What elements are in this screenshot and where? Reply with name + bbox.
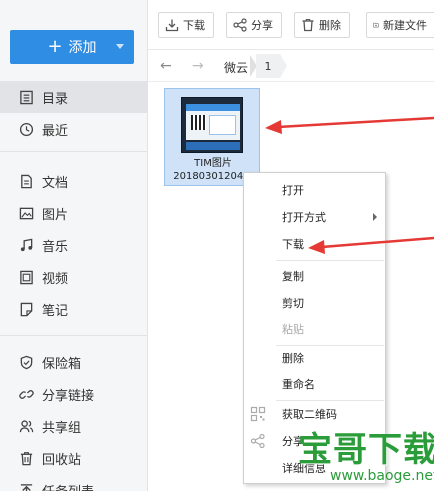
link-icon: [18, 386, 34, 402]
download-icon: [165, 19, 179, 32]
add-button[interactable]: + 添加: [10, 30, 134, 64]
menu-download[interactable]: 下载: [244, 230, 385, 258]
menu-delete[interactable]: 删除: [244, 344, 385, 372]
menu-open-with-label: 打开方式: [282, 211, 326, 224]
menu-share[interactable]: 分享: [244, 427, 385, 455]
sidebar-item-videos[interactable]: 视频: [0, 261, 148, 293]
menu-download-label: 下载: [282, 238, 304, 251]
sidebar-item-label: 回收站: [42, 452, 82, 468]
menu-cut[interactable]: 剪切: [244, 289, 385, 317]
image-icon: [18, 205, 34, 221]
menu-copy[interactable]: 复制: [244, 262, 385, 290]
video-icon: [18, 269, 34, 285]
note-icon: [18, 301, 34, 317]
share-icon: [233, 18, 247, 32]
task-icon: [18, 482, 34, 491]
sidebar-divider: [0, 335, 148, 336]
menu-delete-label: 删除: [282, 352, 304, 365]
delete-button[interactable]: 删除: [294, 12, 350, 38]
new-folder-icon: [373, 22, 379, 28]
share-icon: [250, 433, 265, 449]
download-button[interactable]: 下载: [158, 12, 214, 38]
trash-icon: [302, 18, 314, 32]
menu-separator: [276, 260, 384, 261]
share-label: 分享: [251, 19, 273, 32]
sidebar-item-label: 视频: [42, 271, 69, 287]
delete-label: 删除: [319, 19, 341, 32]
sidebar-item-task-list[interactable]: 任务列表: [0, 474, 148, 491]
menu-paste: 粘贴: [244, 315, 385, 343]
sidebar-item-label: 最近: [42, 123, 69, 139]
list-icon: [18, 89, 34, 105]
plus-icon: +: [47, 36, 63, 57]
toolbar: 下载 分享 删除 新建文件: [148, 0, 434, 50]
sidebar-item-recent[interactable]: 最近: [0, 113, 148, 145]
chevron-right-icon: [373, 213, 377, 221]
menu-qrcode-label: 获取二维码: [282, 408, 337, 421]
sidebar-item-label: 图片: [42, 207, 69, 223]
sidebar-item-label: 笔记: [42, 303, 69, 319]
document-icon: [18, 173, 34, 189]
sidebar: + 添加 目录 最近 文档 图片 音乐 视频 笔记 保险箱 分享链接 共享组 回…: [0, 0, 148, 491]
breadcrumb: ← → 微云 1: [148, 50, 434, 82]
menu-copy-label: 复制: [282, 270, 304, 283]
sidebar-item-shared-groups[interactable]: 共享组: [0, 410, 148, 442]
menu-rename-label: 重命名: [282, 378, 315, 391]
sidebar-item-label: 共享组: [42, 420, 82, 436]
file-name-line1: TIM图片: [194, 158, 232, 169]
sidebar-divider: [0, 151, 148, 152]
share-button[interactable]: 分享: [226, 12, 282, 38]
new-folder-label: 新建文件: [383, 19, 427, 32]
menu-open-label: 打开: [282, 184, 304, 197]
group-icon: [18, 418, 34, 434]
file-thumbnail: [181, 97, 243, 153]
sidebar-item-documents[interactable]: 文档: [0, 165, 148, 197]
sidebar-item-directory[interactable]: 目录: [0, 81, 148, 113]
music-icon: [18, 237, 34, 253]
menu-qrcode[interactable]: 获取二维码: [244, 400, 385, 428]
qrcode-icon: [250, 406, 266, 422]
shield-icon: [18, 354, 34, 370]
menu-cut-label: 剪切: [282, 297, 304, 310]
context-menu: 打开 打开方式 下载 复制 剪切 粘贴 删除 重命名 获取二维码 分享 详细信息: [243, 172, 386, 484]
back-arrow-icon[interactable]: ←: [160, 58, 172, 74]
chevron-down-icon[interactable]: [116, 44, 124, 49]
sidebar-item-music[interactable]: 音乐: [0, 229, 148, 261]
menu-rename[interactable]: 重命名: [244, 370, 385, 398]
download-label: 下载: [183, 19, 205, 32]
annotation-arrow-file: [265, 116, 434, 134]
menu-open[interactable]: 打开: [244, 176, 385, 204]
sidebar-item-label: 分享链接: [42, 388, 95, 404]
breadcrumb-root[interactable]: 微云: [224, 59, 248, 76]
new-folder-button[interactable]: 新建文件: [366, 12, 434, 38]
sidebar-item-label: 文档: [42, 175, 69, 191]
sidebar-item-label: 音乐: [42, 239, 69, 255]
sidebar-item-notes[interactable]: 笔记: [0, 293, 148, 325]
trash-icon: [18, 450, 34, 466]
menu-share-label: 分享: [282, 435, 304, 448]
menu-open-with[interactable]: 打开方式: [244, 203, 385, 231]
sidebar-item-recycle-bin[interactable]: 回收站: [0, 442, 148, 474]
sidebar-item-share-links[interactable]: 分享链接: [0, 378, 148, 410]
sidebar-item-safe[interactable]: 保险箱: [0, 346, 148, 378]
sidebar-item-label: 保险箱: [42, 356, 82, 372]
menu-paste-label: 粘贴: [282, 323, 304, 336]
forward-arrow-icon[interactable]: →: [192, 58, 204, 74]
sidebar-item-images[interactable]: 图片: [0, 197, 148, 229]
add-button-label: 添加: [68, 40, 97, 56]
menu-details-label: 详细信息: [282, 462, 326, 475]
breadcrumb-tip: [280, 54, 287, 78]
breadcrumb-current[interactable]: 1: [256, 54, 280, 78]
clock-icon: [18, 121, 34, 137]
sidebar-item-label: 目录: [42, 91, 69, 107]
menu-details[interactable]: 详细信息: [244, 454, 385, 482]
sidebar-item-label: 任务列表: [42, 481, 94, 491]
